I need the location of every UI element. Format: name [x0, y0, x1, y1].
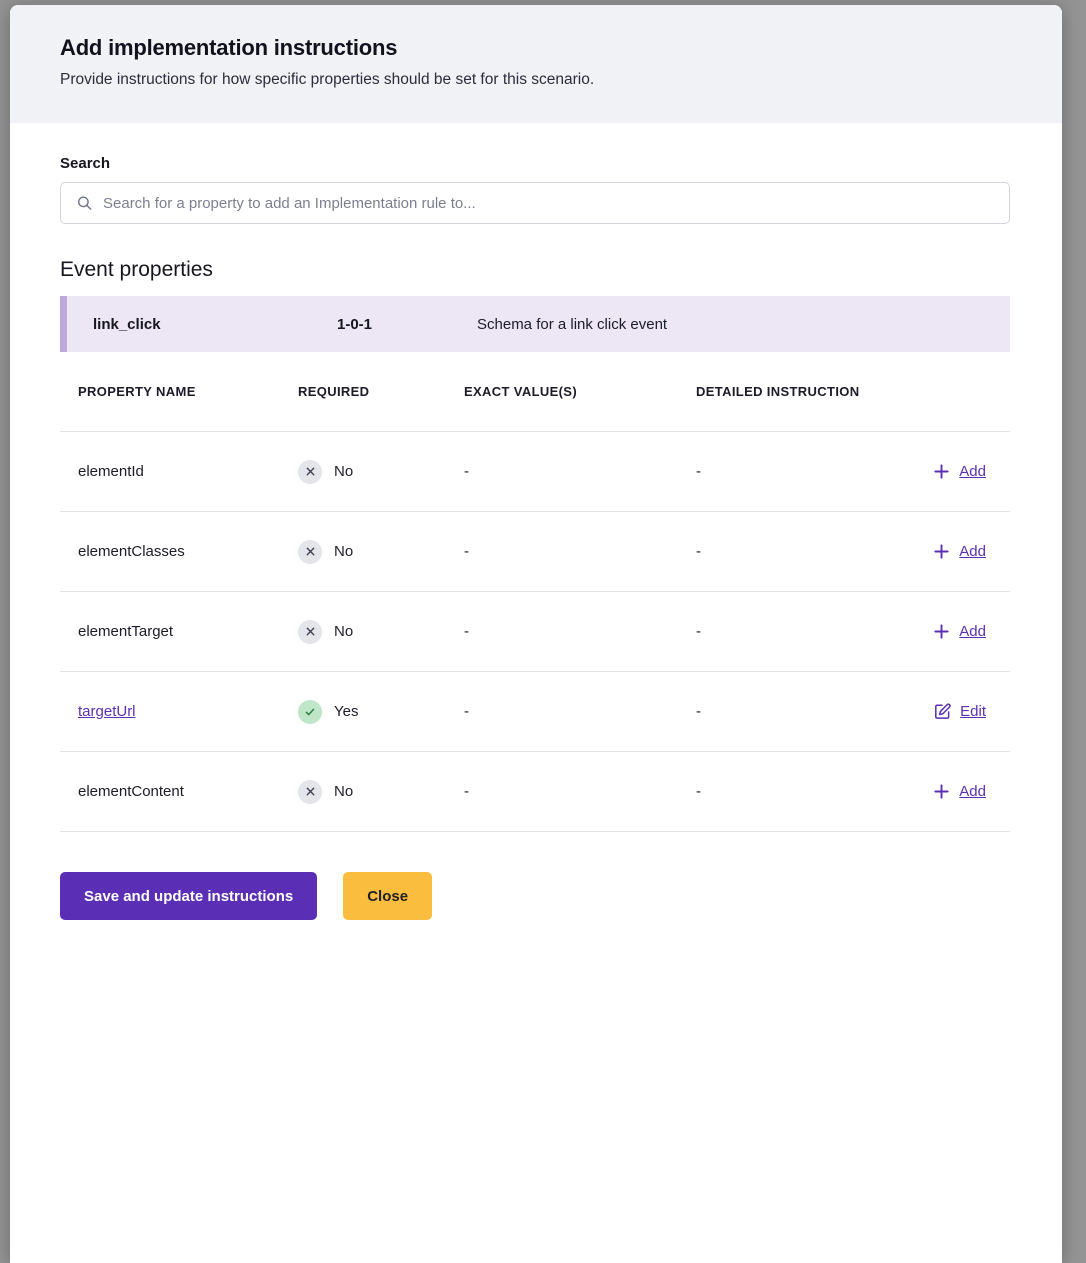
- detailed-instruction-value: -: [696, 623, 701, 640]
- exact-values-value: -: [464, 543, 469, 560]
- event-description: Schema for a link click event: [477, 316, 667, 333]
- close-button[interactable]: Close: [343, 872, 432, 920]
- plus-icon: [933, 783, 950, 800]
- edit-pencil-icon: [934, 703, 951, 720]
- required-value: No: [334, 623, 353, 640]
- dialog-actions: Save and update instructions Close: [60, 872, 1012, 960]
- row-action-edit-button[interactable]: Edit: [934, 703, 986, 720]
- detailed-instruction-value: -: [696, 543, 701, 560]
- plus-icon: [933, 623, 950, 640]
- dialog-subtitle: Provide instructions for how specific pr…: [60, 71, 1012, 89]
- properties-table: PROPERTY NAME REQUIRED EXACT VALUE(S) DE…: [60, 384, 1010, 832]
- column-header-property-name: PROPERTY NAME: [60, 384, 298, 399]
- column-header-required: REQUIRED: [298, 384, 464, 399]
- detailed-instruction-value: -: [696, 783, 701, 800]
- property-name: elementContent: [78, 783, 184, 800]
- property-name: elementTarget: [78, 623, 173, 640]
- row-action-label: Add: [959, 543, 986, 560]
- row-action-label: Add: [959, 783, 986, 800]
- x-circle-icon: [298, 540, 322, 564]
- dialog-header: Add implementation instructions Provide …: [10, 5, 1062, 123]
- table-body: elementIdNo--AddelementClassesNo--Addele…: [60, 432, 1010, 832]
- property-name: elementClasses: [78, 543, 185, 560]
- exact-values-value: -: [464, 463, 469, 480]
- save-and-update-instructions-button[interactable]: Save and update instructions: [60, 872, 317, 920]
- table-row: elementContent No - - Add: [60, 752, 1010, 832]
- row-action-add-button[interactable]: Add: [933, 623, 986, 640]
- column-header-detailed-instruction: DETAILED INSTRUCTION: [696, 384, 914, 399]
- required-value: No: [334, 463, 353, 480]
- dialog-body: Search Event properties link_click 1-0-1…: [10, 123, 1062, 960]
- search-label: Search: [60, 155, 1012, 172]
- x-circle-icon: [298, 460, 322, 484]
- plus-icon: [933, 463, 950, 480]
- exact-values-value: -: [464, 623, 469, 640]
- column-header-exact-values: EXACT VALUE(S): [464, 384, 696, 399]
- row-action-label: Add: [959, 623, 986, 640]
- add-implementation-instructions-dialog: Add implementation instructions Provide …: [10, 5, 1062, 1263]
- detailed-instruction-value: -: [696, 463, 701, 480]
- search-input[interactable]: [61, 183, 1009, 223]
- dialog-title: Add implementation instructions: [60, 35, 1012, 61]
- plus-icon: [933, 543, 950, 560]
- required-value: No: [334, 783, 353, 800]
- check-circle-icon: [298, 700, 322, 724]
- table-row: elementId No - - Add: [60, 432, 1010, 512]
- row-action-add-button[interactable]: Add: [933, 783, 986, 800]
- table-header-row: PROPERTY NAME REQUIRED EXACT VALUE(S) DE…: [60, 384, 1010, 432]
- property-name[interactable]: targetUrl: [78, 703, 136, 720]
- table-row: targetUrl Yes - - Edit: [60, 672, 1010, 752]
- row-action-add-button[interactable]: Add: [933, 543, 986, 560]
- required-value: Yes: [334, 703, 358, 720]
- x-circle-icon: [298, 620, 322, 644]
- search-field-wrapper[interactable]: [60, 182, 1010, 224]
- exact-values-value: -: [464, 703, 469, 720]
- exact-values-value: -: [464, 783, 469, 800]
- row-action-label: Add: [959, 463, 986, 480]
- row-action-add-button[interactable]: Add: [933, 463, 986, 480]
- x-circle-icon: [298, 780, 322, 804]
- table-row: elementClasses No - - Add: [60, 512, 1010, 592]
- property-name: elementId: [78, 463, 144, 480]
- search-icon: [77, 196, 92, 211]
- required-value: No: [334, 543, 353, 560]
- event-schema-banner[interactable]: link_click 1-0-1 Schema for a link click…: [60, 296, 1010, 352]
- row-action-label: Edit: [960, 703, 986, 720]
- detailed-instruction-value: -: [696, 703, 701, 720]
- table-row: elementTarget No - - Add: [60, 592, 1010, 672]
- event-version: 1-0-1: [337, 316, 477, 333]
- event-name: link_click: [67, 316, 337, 333]
- event-properties-heading: Event properties: [60, 258, 1012, 282]
